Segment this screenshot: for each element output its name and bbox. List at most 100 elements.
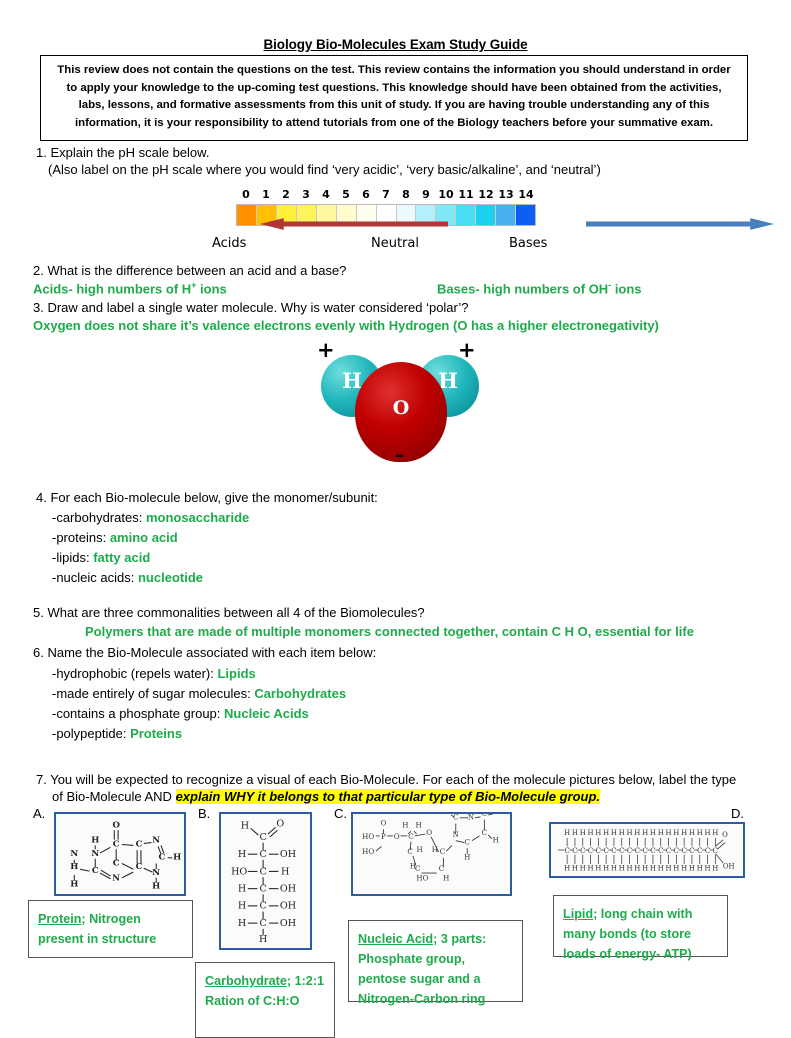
svg-text:N: N <box>152 836 160 846</box>
svg-text:H: H <box>580 829 586 837</box>
molecule-image-c: HO P O HO O C H H O C H H C HO C H C H N… <box>351 812 512 896</box>
svg-text:H: H <box>70 879 78 889</box>
svg-text:H: H <box>642 864 648 872</box>
svg-text:H: H <box>595 829 601 837</box>
svg-text:H: H <box>464 853 470 862</box>
notice-box: This review does not contain the questio… <box>40 55 748 141</box>
svg-text:C: C <box>564 847 569 855</box>
svg-text:HO: HO <box>362 832 374 841</box>
svg-text:C: C <box>259 901 266 912</box>
svg-text:N: N <box>70 849 78 859</box>
answer-c-type: Nucleic Acid <box>358 932 434 946</box>
q7-line2-highlight: explain WHY it belongs to that particula… <box>175 789 601 804</box>
svg-text:C: C <box>453 814 459 822</box>
svg-text:H: H <box>689 864 695 872</box>
question-5-prompt: 5. What are three commonalities between … <box>33 605 425 620</box>
question-2-prompt: 2. What is the difference between an aci… <box>33 263 347 278</box>
svg-text:C: C <box>658 847 663 855</box>
fatty-acid-structure-svg: HCHHCHHCHHCHHCHHCHHCHHCHHCHHCHHCHHCHHCHH… <box>557 829 735 872</box>
svg-text:N: N <box>468 814 474 822</box>
svg-text:H: H <box>603 864 609 872</box>
molecule-letter-a: A. <box>33 806 46 821</box>
svg-text:H: H <box>402 820 408 829</box>
svg-text:O: O <box>380 818 386 827</box>
ph-tick-14: 14 <box>518 188 534 201</box>
acids-answer-post: ions <box>196 281 227 297</box>
svg-text:H: H <box>572 829 578 837</box>
svg-text:H: H <box>650 829 656 837</box>
ph-cell-13 <box>496 205 517 225</box>
svg-text:C: C <box>635 847 640 855</box>
q4-answer-2: fatty acid <box>93 550 151 565</box>
ph-label-acids: Acids <box>212 236 247 251</box>
ph-tick-9: 9 <box>422 188 430 201</box>
ph-tick-6: 6 <box>362 188 370 201</box>
svg-text:C: C <box>259 832 266 843</box>
bases-answer-pre: Bases- high numbers of OH <box>437 281 609 297</box>
svg-text:C: C <box>113 839 120 849</box>
ph-tick-13: 13 <box>498 188 514 201</box>
question-7-prompt-line1: 7. You will be expected to recognize a v… <box>36 772 737 787</box>
ph-cell-11 <box>456 205 477 225</box>
ph-scale-labels: Acids Neutral Bases <box>212 236 547 254</box>
svg-text:H: H <box>705 829 711 837</box>
svg-text:H: H <box>627 864 633 872</box>
question-6-item-0: -hydrophobic (repels water): Lipids <box>52 665 256 684</box>
svg-text:H: H <box>658 864 664 872</box>
q4-answer-0: monosaccharide <box>145 510 250 525</box>
svg-text:H: H <box>241 820 249 831</box>
acids-answer-pre: Acids- high numbers of H <box>33 281 192 297</box>
svg-text:H: H <box>712 829 718 837</box>
svg-text:H: H <box>238 849 246 860</box>
molecule-letter-c: C. <box>334 806 347 821</box>
svg-text:C: C <box>650 847 655 855</box>
question-4-item-1: -proteins: amino acid <box>52 529 178 548</box>
svg-text:C: C <box>259 918 266 929</box>
svg-text:O: O <box>722 831 728 839</box>
svg-text:H: H <box>697 864 703 872</box>
svg-text:H: H <box>681 829 687 837</box>
svg-text:C: C <box>697 847 702 855</box>
svg-text:OH: OH <box>280 884 296 895</box>
answer-a-type: Protein <box>38 912 82 926</box>
svg-text:H: H <box>595 864 601 872</box>
svg-text:H: H <box>238 918 246 929</box>
question-2-answer-bases: Bases- high numbers of OH- ions <box>437 280 642 296</box>
ph-cell-12 <box>476 205 497 225</box>
water-molecule-diagram: + + H H O – <box>313 340 488 465</box>
ph-cell-0 <box>237 205 257 225</box>
svg-text:H: H <box>705 864 711 872</box>
ph-tick-12: 12 <box>478 188 494 201</box>
answer-box-b: Carbohydrate; 1:2:1 Ration of C:H:O <box>195 962 335 1038</box>
svg-text:H: H <box>650 864 656 872</box>
question-3-prompt: 3. Draw and label a single water molecul… <box>33 300 469 315</box>
svg-text:C: C <box>136 862 143 872</box>
partial-positive-left: + <box>317 338 335 362</box>
svg-text:C: C <box>611 847 616 855</box>
q6-label-0: -hydrophobic (repels water): <box>52 666 218 681</box>
nucleotide-structure-svg: HO P O HO O C H H O C H H C HO C H C H N… <box>362 814 506 883</box>
svg-text:C: C <box>588 847 593 855</box>
q4-label-3: -nucleic acids: <box>52 570 138 585</box>
svg-text:C: C <box>440 847 446 856</box>
svg-text:C: C <box>705 847 710 855</box>
oxygen-label: O <box>392 397 410 419</box>
question-6-item-2: -contains a phosphate group: Nucleic Aci… <box>52 705 309 724</box>
ph-tick-5: 5 <box>342 188 350 201</box>
svg-text:H: H <box>689 829 695 837</box>
molecule-image-d: HCHHCHHCHHCHHCHHCHHCHHCHHCHHCHHCHHCHHCHH… <box>549 822 745 878</box>
svg-text:HO: HO <box>231 866 247 877</box>
svg-text:C: C <box>415 864 421 873</box>
svg-text:N: N <box>112 874 120 884</box>
molecule-image-a: O H N C C H N H C N C C N C H N H <box>54 812 186 896</box>
svg-text:H: H <box>416 820 422 829</box>
question-4-item-3: -nucleic acids: nucleotide <box>52 569 203 588</box>
answer-box-c: Nucleic Acid; 3 parts: Phosphate group, … <box>348 920 523 1006</box>
svg-text:H: H <box>673 864 679 872</box>
svg-text:H: H <box>712 864 718 872</box>
q4-answer-1: amino acid <box>109 530 178 545</box>
svg-text:H: H <box>588 864 594 872</box>
q6-answer-3: Proteins <box>130 726 183 741</box>
svg-text:H: H <box>588 829 594 837</box>
q4-label-2: -lipids: <box>52 550 94 565</box>
